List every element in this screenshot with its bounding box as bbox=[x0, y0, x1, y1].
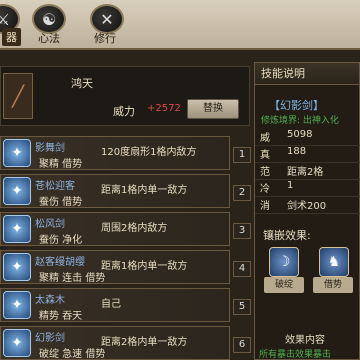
effect-label: 破绽 bbox=[264, 277, 304, 293]
skill-name: 幻影剑 bbox=[35, 333, 65, 344]
skill-row[interactable]: ✦ 松风剑 蚕伤 净化 周围2格内敌方 3 bbox=[0, 212, 251, 246]
skill-tags: 精势 吞天 bbox=[39, 311, 83, 322]
detail-skill-title: 【幻影剑】 bbox=[269, 99, 324, 112]
tab-label: 器 bbox=[2, 28, 21, 46]
power-label: 威力 bbox=[113, 105, 135, 118]
skill-desc: 周围2格内敌方 bbox=[101, 223, 168, 234]
skill-slot-number: 1 bbox=[233, 147, 251, 163]
tab-mind[interactable]: ☯ 心法 bbox=[28, 2, 88, 48]
stat-value: 188 bbox=[287, 146, 307, 157]
stat-value: 剑术200 bbox=[287, 201, 327, 212]
skill-tags: 破绽 急速 借势 bbox=[39, 349, 106, 360]
skill-tags: 蚕伤 借势 bbox=[39, 197, 83, 208]
top-tab-bar: ⚔ 器 ☯ 心法 ✕ 修行 bbox=[0, 0, 360, 50]
skill-row[interactable]: ✦ 幻影剑 破绽 急速 借势 距离2格内单一敌方 6 bbox=[0, 326, 251, 360]
stat-key: 冷 bbox=[260, 184, 270, 195]
skill-row[interactable]: ✦ 苍松迎客 蚕伤 借势 距离1格内单一敌方 2 bbox=[0, 174, 251, 208]
stat-value: 5098 bbox=[287, 129, 313, 140]
tab-training[interactable]: ✕ 修行 bbox=[86, 2, 146, 48]
skill-row[interactable]: ✦ 赵客缦胡缨 聚精 连击 借势 距离1格内单一敌方 4 bbox=[0, 250, 251, 284]
stat-value: 距离2格 bbox=[287, 167, 324, 178]
skill-name: 影舞剑 bbox=[35, 143, 65, 154]
effects-label: 镶嵌效果: bbox=[263, 229, 311, 242]
skill-detail-panel: 技能说明 【幻影剑】 修炼境界: 出神入化 威 5098 真 188 范 距离2… bbox=[254, 62, 360, 360]
skill-icon: ✦ bbox=[3, 177, 31, 205]
stat-value: 1 bbox=[287, 180, 294, 191]
skill-slot-number: 6 bbox=[233, 337, 251, 353]
skill-slot-number: 3 bbox=[233, 223, 251, 239]
tab-label: 修行 bbox=[94, 32, 116, 45]
skill-desc: 距离2格内单一敌方 bbox=[101, 337, 188, 348]
skill-slot-number: 2 bbox=[233, 185, 251, 201]
skill-icon: ✦ bbox=[3, 215, 31, 243]
weapon-name: 鸿天 bbox=[71, 77, 93, 90]
skill-icon: ✦ bbox=[3, 139, 31, 167]
skill-icon: ✦ bbox=[3, 253, 31, 281]
skill-desc: 120度扇形1格内敌方 bbox=[101, 147, 197, 158]
effect-label: 借势 bbox=[313, 277, 353, 293]
tab-label: 心法 bbox=[38, 32, 60, 45]
effect-content-text: 所有暴击效果暴击 bbox=[259, 350, 332, 360]
stat-row: 真 188 bbox=[255, 146, 360, 163]
stats-table: 威 5098 真 188 范 距离2格 冷 1 消 剑术200 bbox=[255, 129, 360, 214]
replace-button[interactable]: 替换 bbox=[187, 99, 239, 119]
detail-header: 技能说明 bbox=[255, 63, 359, 85]
stat-row: 威 5098 bbox=[255, 129, 360, 146]
skill-name: 苍松迎客 bbox=[35, 181, 75, 192]
skill-desc: 自己 bbox=[101, 299, 121, 310]
skill-icon: ✦ bbox=[3, 291, 31, 319]
stat-key: 消 bbox=[260, 201, 270, 212]
detail-realm: 修炼境界: 出神入化 bbox=[261, 116, 339, 126]
stat-row: 范 距离2格 bbox=[255, 163, 360, 180]
stat-key: 范 bbox=[260, 167, 270, 178]
skill-row[interactable]: ✦ 太森木 精势 吞天 自己 5 bbox=[0, 288, 251, 322]
power-value: +2572 bbox=[147, 103, 181, 114]
skill-icon: ✦ bbox=[3, 329, 31, 357]
skill-tags: 蚕伤 净化 bbox=[39, 235, 83, 246]
skill-name: 松风剑 bbox=[35, 219, 65, 230]
skill-slot-number: 5 bbox=[233, 299, 251, 315]
stat-key: 真 bbox=[260, 150, 270, 161]
stat-key: 威 bbox=[260, 133, 270, 144]
skill-desc: 距离1格内单一敌方 bbox=[101, 185, 188, 196]
skill-slot-number: 4 bbox=[233, 261, 251, 277]
effect-content-title: 效果内容 bbox=[285, 335, 325, 346]
stat-row: 消 剑术200 bbox=[255, 197, 360, 214]
tab-weapon[interactable]: ⚔ 器 bbox=[0, 2, 22, 48]
skill-row[interactable]: ✦ 影舞剑 聚精 借势 120度扇形1格内敌方 1 bbox=[0, 136, 251, 170]
weapon-panel: ╱ 鸿天 威力 +2572 替换 bbox=[0, 66, 250, 126]
skill-list: ✦ 影舞剑 聚精 借势 120度扇形1格内敌方 1 ✦ 苍松迎客 蚕伤 借势 距… bbox=[0, 136, 262, 360]
sword-icon: ╱ bbox=[11, 84, 25, 108]
crescent-icon[interactable]: ☽ bbox=[269, 247, 299, 277]
skill-name: 太森木 bbox=[35, 295, 65, 306]
skill-desc: 距离1格内单一敌方 bbox=[101, 261, 188, 272]
skill-name: 赵客缦胡缨 bbox=[35, 257, 85, 268]
skill-tags: 聚精 借势 bbox=[39, 159, 83, 170]
weapon-slot[interactable]: ╱ bbox=[3, 73, 33, 119]
stat-row: 冷 1 bbox=[255, 180, 360, 197]
figure-icon[interactable]: ♞ bbox=[319, 247, 349, 277]
skill-tags: 聚精 连击 借势 bbox=[39, 273, 106, 284]
